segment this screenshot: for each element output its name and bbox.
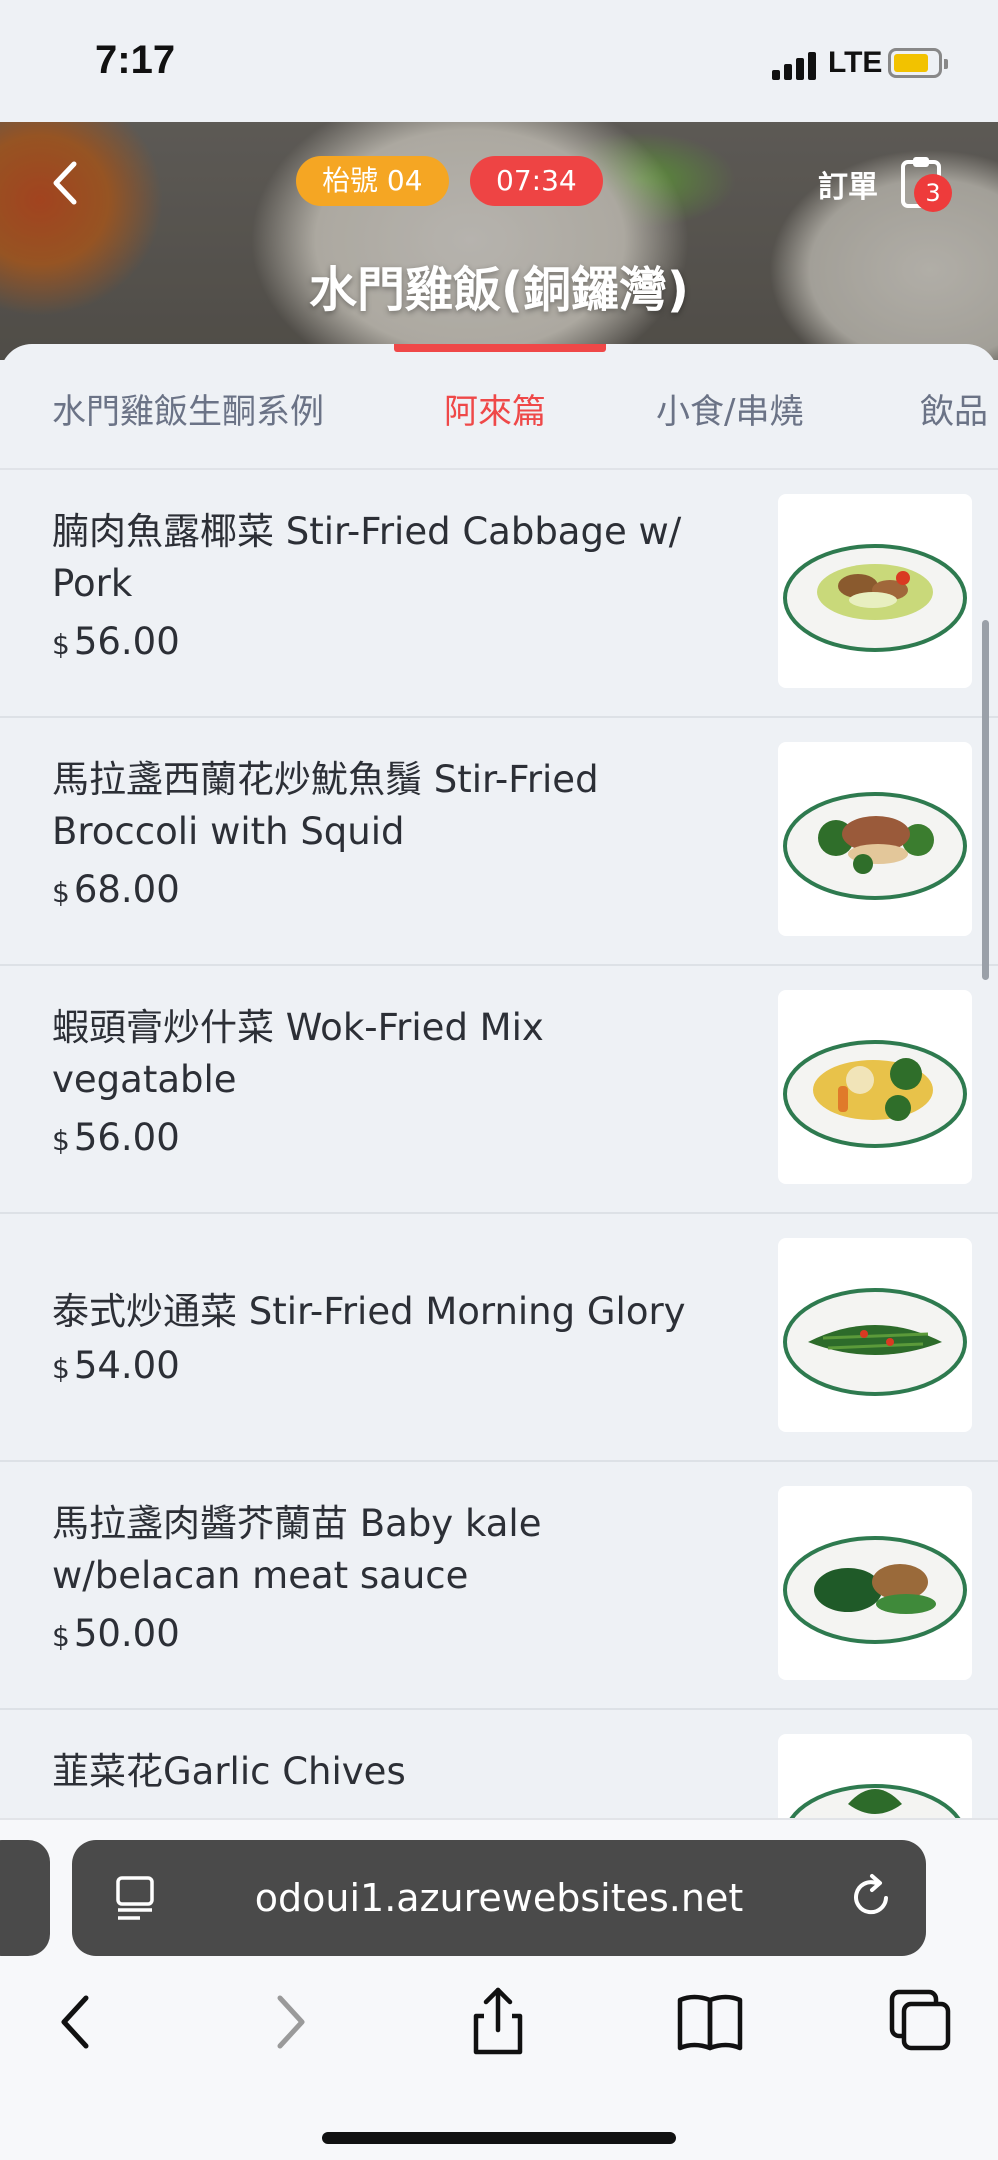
tabs-icon [889,1989,951,2051]
chevron-left-icon [53,161,77,205]
item-price: $50.00 [52,1612,180,1655]
currency-symbol: $ [52,876,70,909]
menu-item[interactable]: 馬拉盞西蘭花炒魷魚鬚 Stir-Fried Broccoli with Squi… [0,718,998,966]
url-text: odoui1.azurewebsites.net [254,1876,744,1920]
share-icon [473,1987,523,2055]
bookmarks-button[interactable] [674,1986,746,2058]
currency-symbol: $ [52,628,70,661]
tabs-button[interactable] [886,1986,958,2058]
menu-content: 水門雞飯生酮系例 阿來篇 小食/串燒 飲品 腩肉魚露椰菜 Stir-Fried … [0,344,998,1820]
store-title: 水門雞飯(銅鑼灣) [309,262,689,318]
chevron-right-icon [277,1995,305,2049]
active-tab-indicator [394,344,606,352]
item-price: $68.00 [52,868,180,911]
share-button[interactable] [462,1986,534,2058]
price-value: 54.00 [73,1344,180,1387]
dish-photo[interactable] [778,990,972,1184]
dish-photo[interactable] [778,742,972,936]
book-icon [677,1994,743,2051]
item-name: 韮菜花Garlic Chives [52,1750,406,1793]
menu-list: 腩肉魚露椰菜 Stir-Fried Cabbage w/ Pork $56.00… [0,470,998,1820]
item-name: 泰式炒通菜 Stir-Fried Morning Glory [52,1290,686,1333]
home-indicator[interactable] [322,2132,676,2144]
price-value: 56.00 [73,620,180,663]
order-count-badge: 3 [914,174,952,212]
price-value: 56.00 [73,1116,180,1159]
currency-symbol: $ [52,1620,70,1653]
category-tabs: 水門雞飯生酮系例 阿來篇 小食/串燒 飲品 [0,344,998,470]
battery-icon [888,48,948,78]
order-label[interactable]: 訂單 [818,162,878,206]
back-nav-button[interactable] [40,1986,112,2058]
reload-icon[interactable] [846,1872,896,1922]
tab-ah-loi[interactable]: 阿來篇 [444,384,546,433]
tab-keto-series[interactable]: 水門雞飯生酮系例 [52,384,324,433]
item-price: $54.00 [52,1344,180,1387]
price-value: 50.00 [73,1612,180,1655]
previous-tab-peek[interactable] [0,1840,50,1956]
menu-item[interactable]: 腩肉魚露椰菜 Stir-Fried Cabbage w/ Pork $56.00 [0,470,998,718]
status-time: 7:17 [95,38,176,82]
cellular-signal-icon [772,50,818,80]
menu-item[interactable]: 馬拉盞肉醬芥蘭苗 Baby kale w/belacan meat sauce … [0,1462,998,1710]
currency-symbol: $ [52,1124,70,1157]
dish-photo[interactable] [778,1486,972,1680]
menu-item[interactable]: 泰式炒通菜 Stir-Fried Morning Glory $54.00 [0,1214,998,1462]
item-name: 馬拉盞西蘭花炒魷魚鬚 Stir-Fried Broccoli with Squi… [52,758,599,853]
item-name: 馬拉盞肉醬芥蘭苗 Baby kale w/belacan meat sauce [52,1502,542,1597]
item-price: $56.00 [52,1116,180,1159]
timer-badge: 07:34 [470,156,603,206]
chevron-left-icon [61,1995,89,2049]
dish-photo[interactable] [778,1238,972,1432]
menu-item[interactable]: 韮菜花Garlic Chives [0,1710,998,1820]
browser-toolbar: odoui1.azurewebsites.net [0,1818,998,2160]
back-button[interactable] [46,158,86,208]
address-bar[interactable]: odoui1.azurewebsites.net [72,1840,926,1956]
dish-photo[interactable] [778,1734,972,1820]
tab-drinks[interactable]: 飲品 [920,384,988,433]
status-bar: 7:17 LTE [0,0,998,122]
store-header: 枱號 04 07:34 訂單 3 水門雞飯(銅鑼灣) [0,120,998,360]
network-type: LTE [828,46,883,79]
tab-snacks-skewers[interactable]: 小食/串燒 [656,384,803,433]
dish-photo[interactable] [778,494,972,688]
scrollbar[interactable] [982,620,989,980]
table-number-badge: 枱號 04 [296,156,449,206]
item-name: 腩肉魚露椰菜 Stir-Fried Cabbage w/ Pork [52,510,682,605]
item-price: $56.00 [52,620,180,663]
forward-nav-button[interactable] [254,1986,326,2058]
menu-item[interactable]: 蝦頭膏炒什菜 Wok-Fried Mix vegatable $56.00 [0,966,998,1214]
currency-symbol: $ [52,1352,70,1385]
price-value: 68.00 [73,868,180,911]
item-name: 蝦頭膏炒什菜 Wok-Fried Mix vegatable [52,1006,544,1101]
